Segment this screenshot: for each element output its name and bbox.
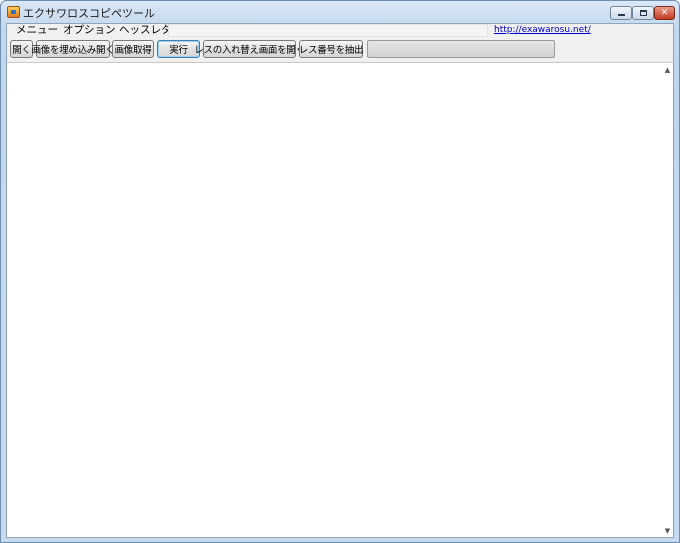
scroll-up-icon[interactable]: ▲ [663,65,672,74]
title-bar[interactable]: エクサワロスコピペツール ✕ [1,1,679,23]
title-input[interactable] [168,24,488,37]
open-reorder-screen-button[interactable]: レスの入れ替え画面を開く [194,40,305,58]
progress-bar [367,40,555,58]
open-button[interactable]: 開く [10,40,33,58]
close-button[interactable]: ✕ [654,6,675,20]
menu-item-options[interactable]: オプション [60,24,119,37]
get-images-button[interactable]: 画像取得 [112,40,154,58]
window-title: エクサワロスコピペツール [23,7,155,20]
menu-bar: メニュー オプション ヘッスレタイ: http://exawarosu.net/ [7,24,673,38]
close-icon: ✕ [660,8,669,18]
client-area: メニュー オプション ヘッスレタイ: http://exawarosu.net/… [6,23,674,538]
app-window: エクサワロスコピペツール ✕ メニュー オプション ヘッスレタイ: http:/… [0,0,680,543]
minimize-icon [617,14,625,16]
menu-item-menu[interactable]: メニュー [13,24,61,37]
output-text-area[interactable]: ▲ ▼ [7,62,673,537]
app-icon [7,6,20,18]
site-link[interactable]: http://exawarosu.net/ [494,24,591,37]
open-with-images-button[interactable]: 画像を埋め込み開く [32,40,115,58]
extract-res-number-button[interactable]: レス番号を抽出 [299,40,364,58]
minimize-button[interactable] [610,6,632,20]
scroll-down-icon[interactable]: ▼ [663,526,672,535]
maximize-button[interactable] [632,6,654,20]
maximize-icon [639,10,647,16]
